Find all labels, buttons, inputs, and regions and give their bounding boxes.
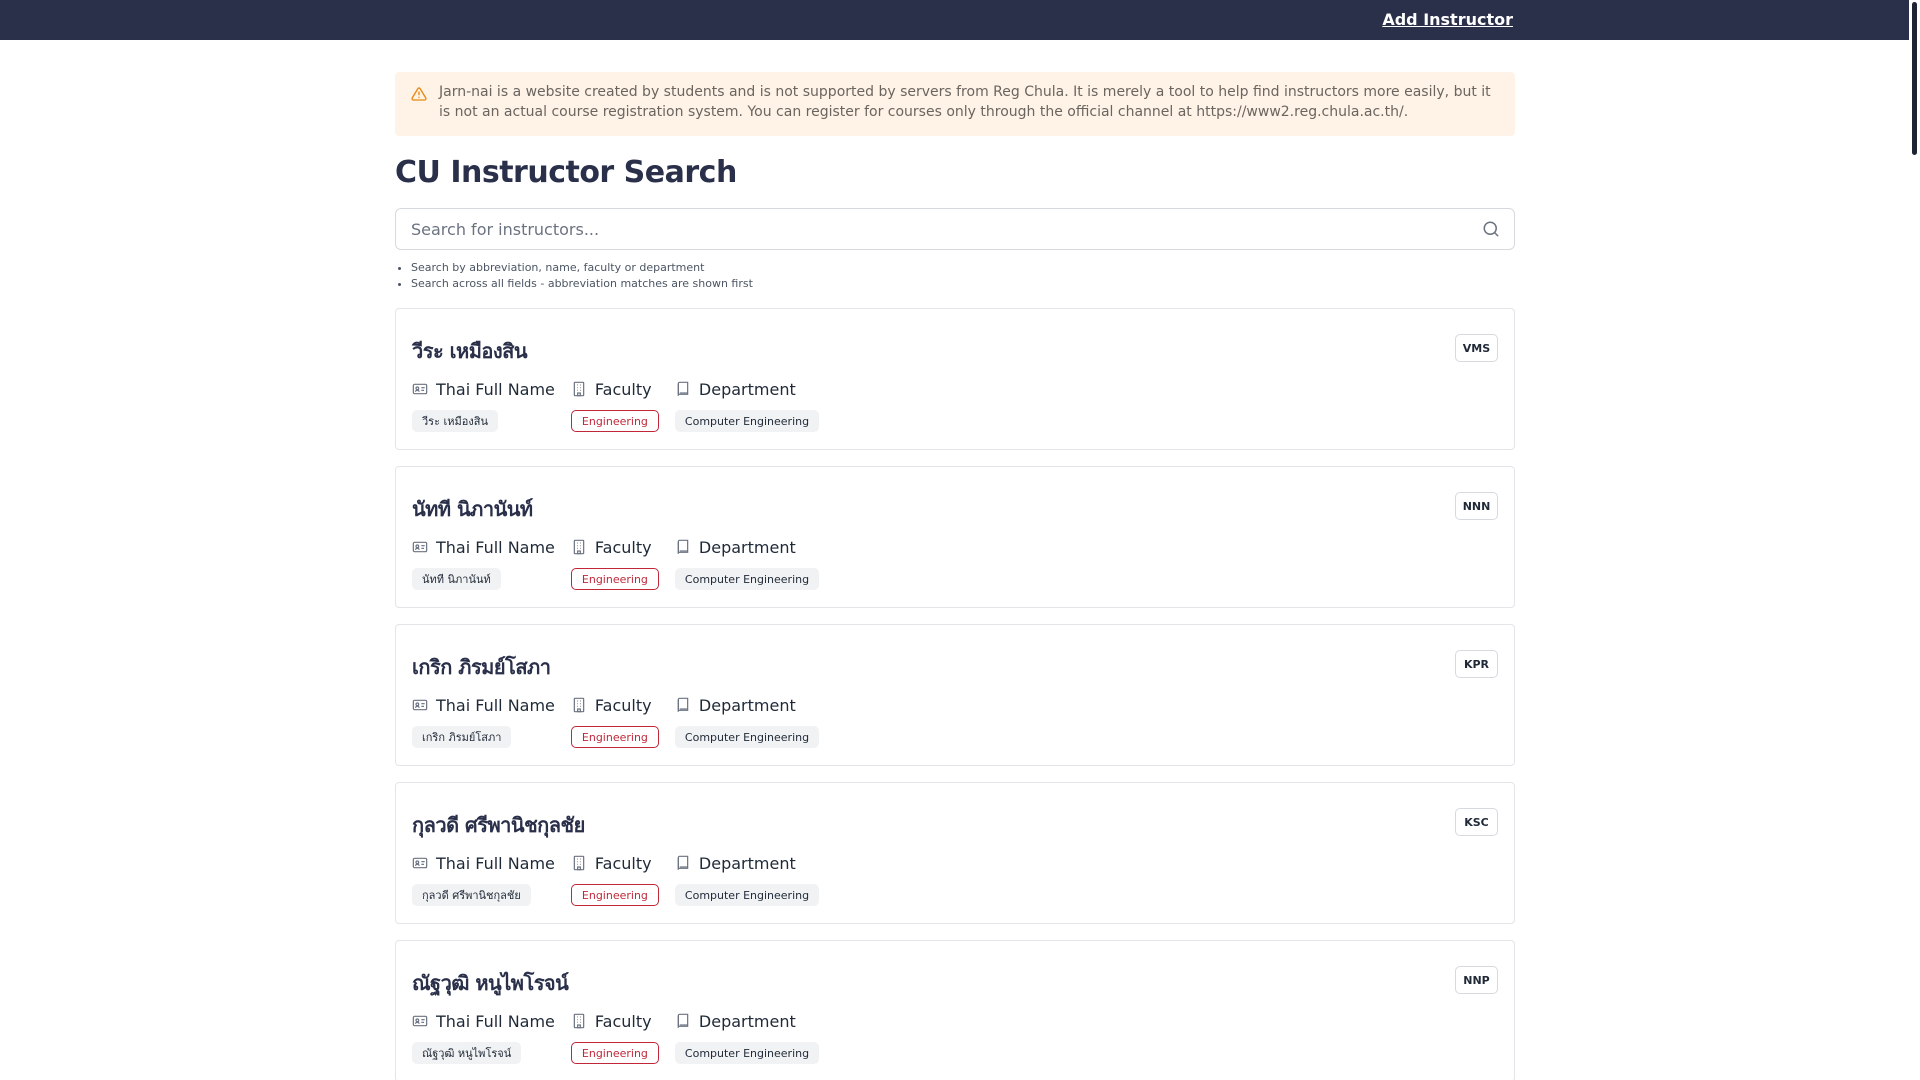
abbreviation-badge: KSC [1455, 808, 1498, 836]
search-hint: Search across all fields - abbreviation … [411, 276, 1515, 292]
id-card-icon [412, 541, 428, 553]
thai-name-chip: กุลวดี ศรีพานิชกุลชัย [412, 884, 531, 906]
field-label: Thai Full Name [436, 853, 555, 873]
field-faculty: Faculty Engineering [570, 853, 659, 906]
field-faculty: Faculty Engineering [570, 1011, 659, 1064]
field-label: Faculty [594, 695, 652, 715]
instructor-name: วีระ เหมืองสิน [412, 339, 528, 363]
instructor-name: ณัฐวุฒิ หนูไพโรจน์ [412, 971, 569, 995]
field-department: Department Computer Engineering [674, 379, 820, 432]
id-card-icon [412, 383, 428, 395]
department-chip: Computer Engineering [674, 884, 820, 906]
department-chip: Computer Engineering [674, 726, 820, 748]
main-content: Jarn-nai is a website created by student… [395, 72, 1515, 1080]
id-card-icon [412, 699, 428, 711]
field-label: Thai Full Name [436, 1011, 555, 1031]
abbreviation-badge: NNP [1455, 966, 1498, 994]
faculty-chip[interactable]: Engineering [570, 568, 659, 590]
instructor-name: กุลวดี ศรีพานิชกุลชัย [412, 813, 585, 837]
instructor-card[interactable]: กุลวดี ศรีพานิชกุลชัย KSC Thai Full Name… [395, 782, 1515, 924]
thai-name-chip: นัทที นิภานันท์ [412, 568, 501, 590]
search-box [395, 208, 1515, 250]
top-nav-bar: Add Instructor [0, 0, 1909, 40]
field-thai-full-name: Thai Full Name วีระ เหมืองสิน [412, 379, 555, 432]
field-thai-full-name: Thai Full Name เกริก ภิรมย์โสภา [412, 695, 555, 748]
instructor-card[interactable]: เกริก ภิรมย์โสภา KPR Thai Full Name เกริ… [395, 624, 1515, 766]
field-label: Faculty [594, 537, 652, 557]
instructor-card[interactable]: วีระ เหมืองสิน VMS Thai Full Name วีระ เ… [395, 308, 1515, 450]
field-thai-full-name: Thai Full Name กุลวดี ศรีพานิชกุลชัย [412, 853, 555, 906]
field-label: Department [698, 1011, 796, 1031]
field-department: Department Computer Engineering [674, 537, 820, 590]
faculty-chip[interactable]: Engineering [570, 884, 659, 906]
thai-name-chip: เกริก ภิรมย์โสภา [412, 726, 512, 748]
search-hints: Search by abbreviation, name, faculty or… [395, 260, 1515, 292]
field-label: Department [698, 853, 796, 873]
department-chip: Computer Engineering [674, 1042, 820, 1064]
abbreviation-badge: VMS [1455, 334, 1498, 362]
disclaimer-alert: Jarn-nai is a website created by student… [395, 72, 1515, 136]
book-icon [677, 697, 689, 712]
building-icon [573, 855, 585, 871]
thai-name-chip: ณัฐวุฒิ หนูไพโรจน์ [412, 1042, 522, 1064]
search-input[interactable] [396, 209, 1514, 249]
field-thai-full-name: Thai Full Name ณัฐวุฒิ หนูไพโรจน์ [412, 1011, 555, 1064]
abbreviation-badge: KPR [1455, 650, 1498, 678]
instructor-name: เกริก ภิรมย์โสภา [412, 655, 551, 679]
book-icon [677, 381, 689, 396]
id-card-icon [412, 857, 428, 869]
field-label: Department [698, 537, 796, 557]
field-label: Faculty [594, 853, 652, 873]
faculty-chip[interactable]: Engineering [570, 1042, 659, 1064]
disclaimer-text: Jarn-nai is a website created by student… [439, 84, 1491, 120]
field-department: Department Computer Engineering [674, 853, 820, 906]
field-label: Faculty [594, 1011, 652, 1031]
scrollbar[interactable] [1909, 0, 1920, 1080]
field-label: Department [698, 695, 796, 715]
instructor-list: วีระ เหมืองสิน VMS Thai Full Name วีระ เ… [395, 308, 1515, 1080]
faculty-chip[interactable]: Engineering [570, 410, 659, 432]
field-label: Faculty [594, 379, 652, 399]
field-faculty: Faculty Engineering [570, 379, 659, 432]
field-label: Thai Full Name [436, 537, 555, 557]
building-icon [573, 1013, 585, 1029]
id-card-icon [412, 1015, 428, 1027]
search-icon[interactable] [1482, 220, 1500, 238]
book-icon [677, 539, 689, 554]
building-icon [573, 539, 585, 555]
warning-triangle-icon [411, 87, 427, 101]
building-icon [573, 697, 585, 713]
thai-name-chip: วีระ เหมืองสิน [412, 410, 498, 432]
faculty-chip[interactable]: Engineering [570, 726, 659, 748]
field-faculty: Faculty Engineering [570, 695, 659, 748]
field-label: Thai Full Name [436, 379, 555, 399]
field-faculty: Faculty Engineering [570, 537, 659, 590]
department-chip: Computer Engineering [674, 410, 820, 432]
abbreviation-badge: NNN [1455, 492, 1498, 520]
scrollbar-thumb[interactable] [1912, 2, 1917, 155]
book-icon [677, 1013, 689, 1028]
instructor-name: นัทที นิภานันท์ [412, 497, 533, 521]
field-label: Department [698, 379, 796, 399]
field-department: Department Computer Engineering [674, 1011, 820, 1064]
search-hint: Search by abbreviation, name, faculty or… [411, 260, 1515, 276]
add-instructor-link[interactable]: Add Instructor [1382, 10, 1513, 29]
book-icon [677, 855, 689, 870]
instructor-card[interactable]: นัทที นิภานันท์ NNN Thai Full Name นัทที… [395, 466, 1515, 608]
department-chip: Computer Engineering [674, 568, 820, 590]
page-title: CU Instructor Search [395, 155, 737, 190]
field-thai-full-name: Thai Full Name นัทที นิภานันท์ [412, 537, 555, 590]
field-department: Department Computer Engineering [674, 695, 820, 748]
field-label: Thai Full Name [436, 695, 555, 715]
building-icon [573, 381, 585, 397]
instructor-card[interactable]: ณัฐวุฒิ หนูไพโรจน์ NNP Thai Full Name ณั… [395, 940, 1515, 1080]
